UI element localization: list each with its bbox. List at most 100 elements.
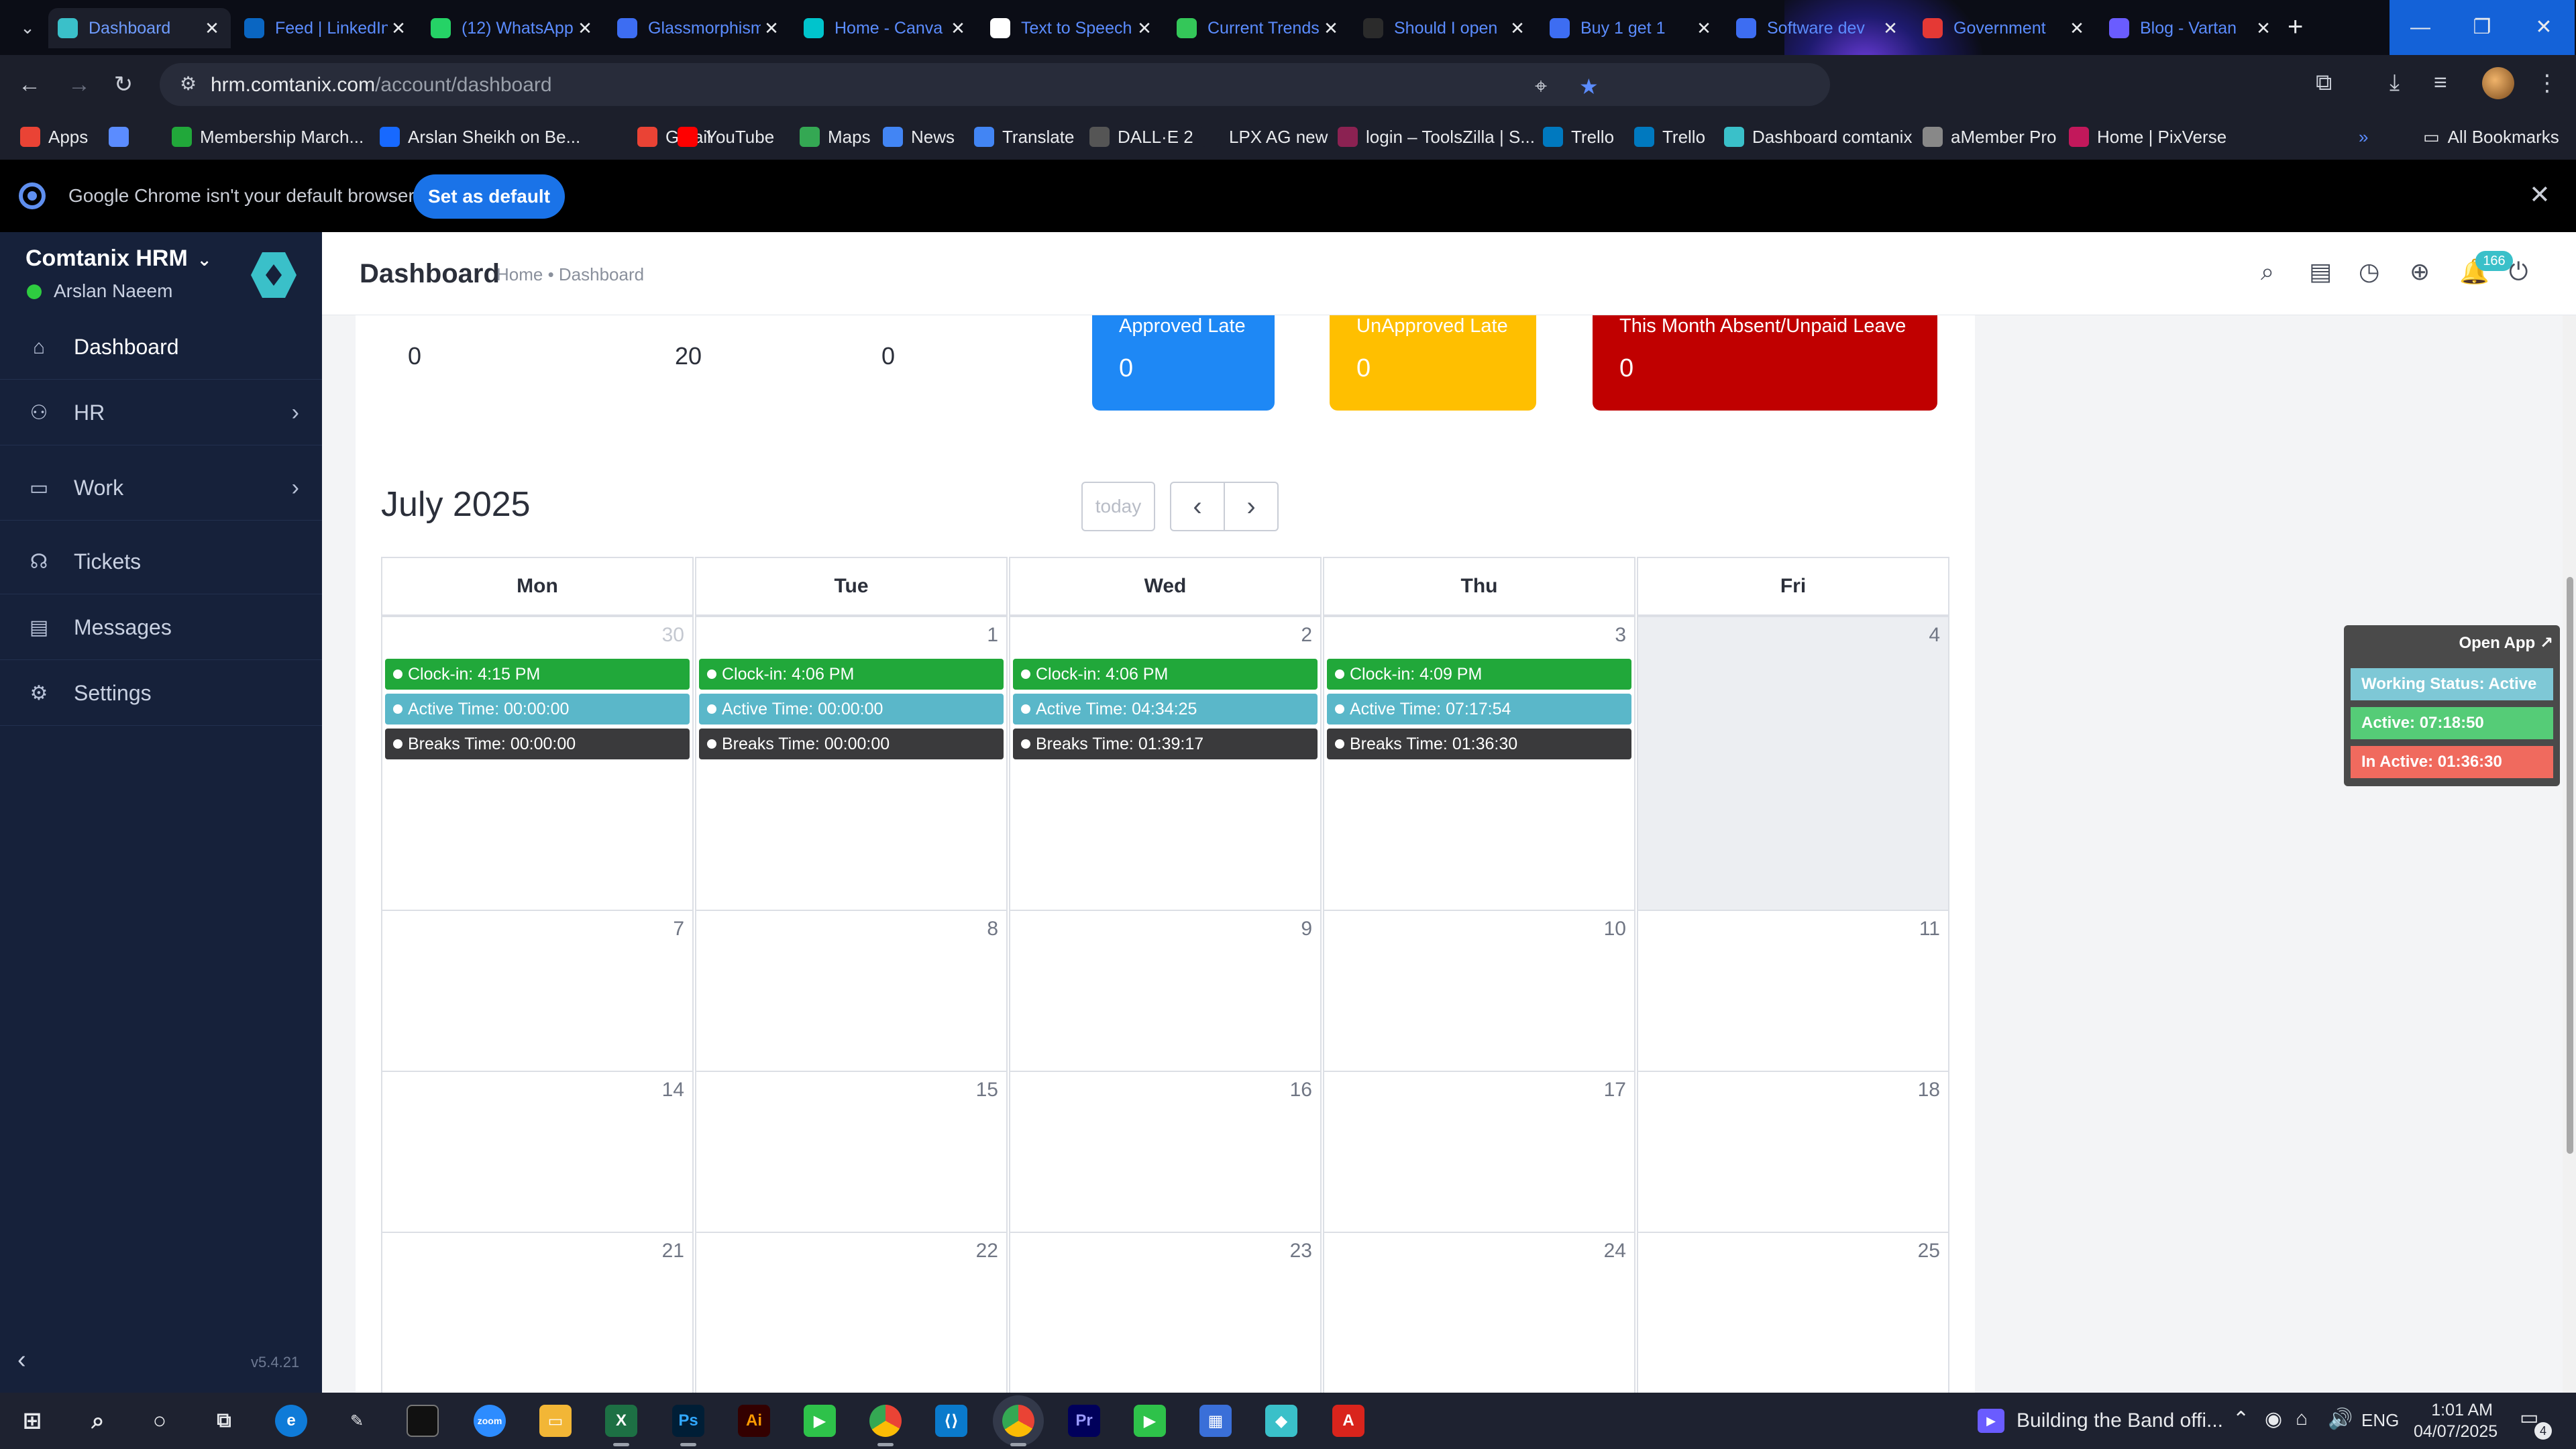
calendar-day-cell[interactable]: 17	[1323, 1071, 1635, 1233]
tab-close-icon[interactable]: ✕	[1322, 18, 1340, 39]
browser-tab[interactable]: (12) WhatsApp ✕	[421, 8, 604, 48]
task-view-icon[interactable]: ⧉	[208, 1405, 240, 1437]
bookmark-star-icon[interactable]: ★	[1579, 74, 1599, 99]
sidebar-item-settings[interactable]: ⚙ Settings	[0, 661, 322, 726]
calendar-day-cell[interactable]: 3 Clock-in: 4:09 PM Active Time: 07:17:54 B…	[1323, 616, 1635, 911]
calendar-event-active[interactable]: Active Time: 07:17:54	[1327, 694, 1631, 724]
browser-tab[interactable]: Blog - Vartan ✕	[2100, 8, 2282, 48]
calendar-event-active[interactable]: Active Time: 00:00:00	[385, 694, 690, 724]
bookmark-item[interactable]: Maps	[800, 123, 871, 150]
day-number[interactable]: 25	[1918, 1240, 1940, 1263]
calendar-event-clock-in[interactable]: Clock-in: 4:15 PM	[385, 659, 690, 690]
calendar-event-active[interactable]: Active Time: 04:34:25	[1013, 694, 1318, 724]
bookmark-item[interactable]: DALL·E 2	[1089, 123, 1193, 150]
excel-icon[interactable]: X	[605, 1405, 637, 1446]
calendar-day-cell[interactable]: 22	[695, 1232, 1008, 1393]
tab-close-icon[interactable]: ✕	[1881, 18, 1900, 39]
media-controls-icon[interactable]: ≡	[2434, 70, 2447, 96]
upwork-icon[interactable]: ▶	[804, 1405, 836, 1437]
bookmark-item[interactable]: LPX AG new	[1201, 123, 1328, 150]
illustrator-icon[interactable]: Ai	[738, 1405, 770, 1437]
chrome-menu-icon[interactable]: ⋮	[2536, 70, 2559, 97]
calendar-day-cell[interactable]: 7	[381, 910, 694, 1072]
day-number[interactable]: 9	[1301, 918, 1312, 941]
address-bar[interactable]: ⚙ hrm.comtanix.com/account/dashboard ⌖ ★	[160, 63, 1830, 106]
bookmark-item[interactable]: Trello	[1543, 123, 1614, 150]
bookmark-item[interactable]	[109, 123, 137, 150]
profile-avatar[interactable]	[2482, 67, 2514, 99]
search-icon[interactable]: ⌕	[2261, 258, 2274, 286]
tab-close-icon[interactable]: ✕	[1695, 18, 1713, 39]
webcam-icon[interactable]: ◉	[2265, 1407, 2282, 1431]
bookmark-item[interactable]: Home | PixVerse	[2069, 123, 2226, 150]
day-number[interactable]: 15	[976, 1079, 998, 1102]
brand-switcher[interactable]: Comtanix HRM ⌄	[25, 246, 212, 272]
site-info-icon[interactable]: ⚙	[180, 72, 204, 97]
collapse-sidebar-icon[interactable]: ‹	[17, 1346, 26, 1375]
bookmark-item[interactable]: Membership March...	[172, 123, 364, 150]
tab-search-chevron-icon[interactable]: ⌄	[15, 15, 40, 40]
sidebar-item-tickets[interactable]: ☊ Tickets	[0, 530, 322, 594]
new-tab-plus-icon[interactable]: +	[2288, 12, 2303, 42]
premiere-icon[interactable]: Pr	[1068, 1405, 1100, 1437]
unapproved-late-card[interactable]: UnApproved Late 0	[1330, 315, 1536, 411]
calendar-day-cell[interactable]: 10	[1323, 910, 1635, 1072]
calendar-day-cell[interactable]: 1 Clock-in: 4:06 PM Active Time: 00:00:00 B…	[695, 616, 1008, 911]
tab-close-icon[interactable]: ✕	[1135, 18, 1154, 39]
calendar-event-breaks[interactable]: Breaks Time: 00:00:00	[699, 729, 1004, 759]
browser-tab[interactable]: Software dev ✕	[1727, 8, 1909, 48]
day-number[interactable]: 1	[987, 624, 998, 647]
tab-close-icon[interactable]: ✕	[2254, 18, 2273, 39]
upwork-app-icon[interactable]: ▶	[1134, 1405, 1166, 1437]
approved-late-card[interactable]: Approved Late 0	[1092, 315, 1275, 411]
calendar-event-breaks[interactable]: Breaks Time: 01:39:17	[1013, 729, 1318, 759]
chevron-left-icon[interactable]: ‹	[1170, 482, 1225, 531]
bookmark-item[interactable]: Translate	[974, 123, 1074, 150]
bookmark-item[interactable]: YouTube	[678, 123, 774, 150]
tab-close-icon[interactable]: ✕	[203, 18, 221, 39]
calendar-today-button[interactable]: today	[1081, 482, 1155, 531]
tab-close-icon[interactable]: ✕	[1508, 18, 1527, 39]
windows-start-icon[interactable]: ⊞	[16, 1405, 48, 1437]
day-number[interactable]: 3	[1615, 624, 1626, 647]
calendar-day-cell[interactable]: 15	[695, 1071, 1008, 1233]
add-circle-icon[interactable]: ⊕	[2410, 258, 2430, 286]
day-number[interactable]: 10	[1604, 918, 1626, 941]
day-number[interactable]: 8	[987, 918, 998, 941]
calendar-day-cell[interactable]: 24	[1323, 1232, 1635, 1393]
tab-close-icon[interactable]: ✕	[949, 18, 967, 39]
sidebar-item-messages[interactable]: ▤ Messages	[0, 596, 322, 660]
browser-tab[interactable]: Dashboard ✕	[48, 8, 231, 48]
banner-close-icon[interactable]: ✕	[2529, 180, 2551, 210]
day-number[interactable]: 30	[662, 624, 684, 647]
photoshop-icon[interactable]: Ps	[672, 1405, 704, 1446]
chevron-right-icon[interactable]: ›	[1224, 482, 1279, 531]
edge-icon[interactable]: e	[275, 1405, 307, 1437]
chat-icon[interactable]: ▤	[2309, 258, 2332, 286]
browser-tab[interactable]: Buy 1 get 1 ✕	[1540, 8, 1723, 48]
acrobat-icon[interactable]: A	[1332, 1405, 1364, 1437]
day-number[interactable]: 21	[662, 1240, 684, 1263]
back-arrow-icon[interactable]: ←	[15, 70, 44, 99]
absent-leave-card[interactable]: This Month Absent/Unpaid Leave 0	[1593, 315, 1937, 411]
calendar-day-cell[interactable]: 9	[1009, 910, 1322, 1072]
downloads-icon[interactable]: ⤓	[2390, 70, 2400, 96]
day-number[interactable]: 18	[1918, 1079, 1940, 1102]
chrome-profile-icon[interactable]	[1002, 1405, 1034, 1446]
bookmark-item[interactable]: News	[883, 123, 955, 150]
browser-tab[interactable]: Home - Canva ✕	[794, 8, 977, 48]
calendar-day-cell[interactable]: 11	[1637, 910, 1949, 1072]
calendar-event-active[interactable]: Active Time: 00:00:00	[699, 694, 1004, 724]
pen-tool-icon[interactable]: ✎	[341, 1405, 373, 1437]
all-bookmarks[interactable]: ▭ All Bookmarks	[2423, 123, 2559, 150]
comtanix-tracker-icon[interactable]: ◆	[1265, 1405, 1297, 1437]
tab-close-icon[interactable]: ✕	[576, 18, 594, 39]
breadcrumb[interactable]: Home • Dashboard	[496, 264, 644, 285]
day-number[interactable]: 22	[976, 1240, 998, 1263]
calendar-day-cell[interactable]: 18	[1637, 1071, 1949, 1233]
cortana-icon[interactable]: ○	[144, 1405, 176, 1437]
sidebar-item-hr[interactable]: ⚇ HR ›	[0, 381, 322, 445]
window-minimize-button[interactable]: —	[2390, 0, 2451, 55]
system-clock[interactable]: 1:01 AM 04/07/2025	[2414, 1399, 2498, 1442]
input-language[interactable]: ENG	[2361, 1410, 2399, 1431]
